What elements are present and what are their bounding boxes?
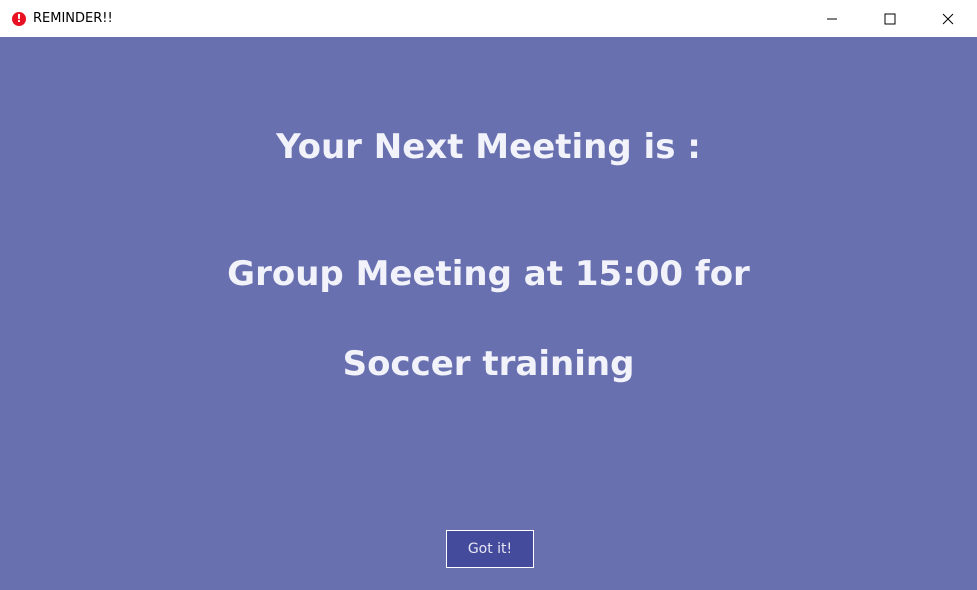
got-it-button[interactable]: Got it!	[446, 530, 534, 568]
meeting-purpose-text: Soccer training	[342, 344, 635, 384]
window-title: REMINDER!!	[33, 11, 113, 26]
reminder-window: ! REMINDER!! Your Next Meeting is: Grou…	[0, 0, 977, 590]
reminder-heading: Your Next Meeting is :	[276, 127, 701, 167]
minimize-button[interactable]	[803, 0, 861, 37]
meeting-time-text: Group Meeting at 15:00 for	[227, 254, 750, 294]
maximize-button[interactable]	[861, 0, 919, 37]
window-controls	[803, 0, 977, 37]
title-bar[interactable]: ! REMINDER!!	[0, 0, 977, 37]
alert-icon: !	[12, 11, 26, 26]
reminder-content: Your Next Meeting is : Group Meeting at …	[0, 37, 977, 590]
minimize-icon	[827, 18, 837, 19]
close-button[interactable]	[919, 0, 977, 37]
maximize-icon	[884, 13, 896, 24]
close-icon	[942, 13, 954, 24]
